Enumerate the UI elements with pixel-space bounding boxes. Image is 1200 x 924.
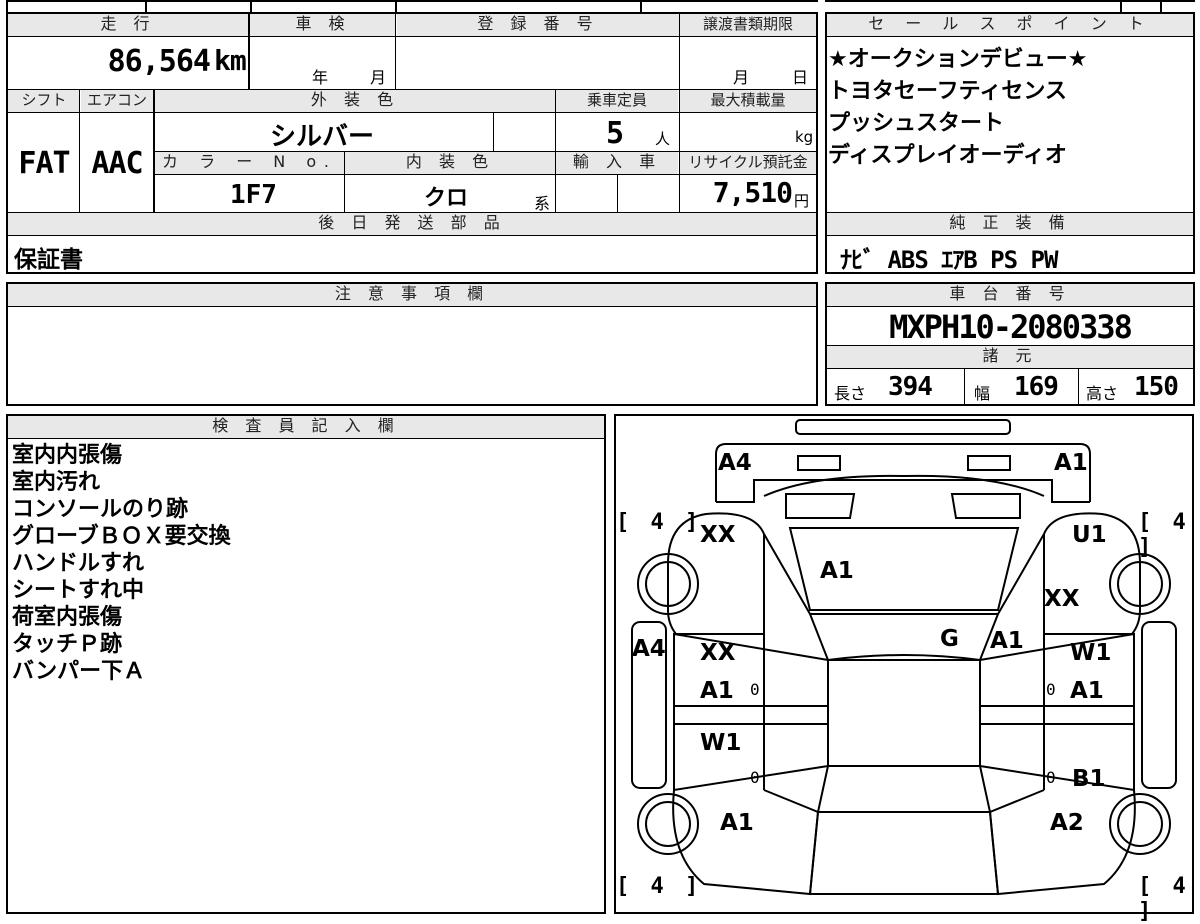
capacity-label: 乗車定員 [556,90,678,112]
tread-depth-rl: [ 4 ] [616,874,703,899]
capacity-value: 5 [606,116,624,151]
transfer-month-unit: 月 [733,68,750,87]
genuine-equipment-value: ﾅﾋﾞ ABS ｴｱB PS PW [840,246,1058,274]
sales-point-item: ディスプレイオーディオ [828,143,1067,168]
damage-fl-fender-upper: XX [700,522,736,548]
damage-windshield-right: A1 [990,628,1024,654]
tread-depth-fr: [ 4 ] [1138,510,1190,560]
chassis-label: 車 台 番 号 [827,284,1193,306]
sales-points-list: ★オークションデビュー★ トヨタセーフティセンス プッシュスタート ディスプレイ… [828,44,1087,172]
width-label: 幅 [974,384,991,403]
inspector-notes: 室内内張傷 室内汚れ コンソールのり跡 グローブＢＯＸ要交換 ハンドルすれ シー… [12,442,231,685]
zero-mark: 0 [1046,680,1056,699]
aircon-label: エアコン [81,90,153,112]
max-load-label: 最大積載量 [680,90,816,112]
capacity-unit: 人 [655,130,671,148]
damage-fr-fender-upper: U1 [1072,522,1107,548]
transfer-day-unit: 日 [792,68,809,87]
tread-depth-fl: [ 4 ] [616,510,703,535]
exterior-color-label: 外 装 色 [155,90,555,112]
divider [6,0,8,12]
interior-color-suffix: 系 [534,194,551,213]
recycle-value: 7,510 [712,176,793,209]
inspection-month-unit: 月 [370,68,387,87]
note-item: タッチＰ跡 [12,632,123,657]
inspection-label: 車 検 [250,14,396,36]
sales-point-item: プッシュスタート [828,111,1005,136]
damage-fr-door-2: A1 [1070,678,1104,704]
mileage-label: 走 行 [8,14,248,36]
divider [250,0,252,12]
recycle-label: リサイクル預託金 [680,152,816,174]
sales-point-item: トヨタセーフティセンス [828,79,1067,104]
divider [145,0,147,12]
mileage-unit: km [214,44,247,77]
aircon-value: AAC [91,146,143,181]
damage-fl-door-2: A1 [700,678,734,704]
top-border [6,0,818,2]
later-parts-label: 後 日 発 送 部 品 [8,213,816,235]
later-parts-value: 保証書 [14,247,83,273]
interior-color-label: 内 装 色 [345,152,555,174]
exterior-color-value: シルバー [270,122,375,152]
mileage-value: 86,564 [107,44,211,79]
note-item: 荷室内張傷 [12,605,123,630]
damage-roof-g: G [940,626,959,652]
damage-left-side-outer: A4 [632,636,666,662]
transfer-deadline-label: 譲渡書類期限 [680,14,816,36]
damage-fl-door-1: XX [700,640,736,666]
note-item: ハンドルすれ [12,551,145,576]
damage-hood: A1 [820,558,854,584]
damage-front-right: A1 [1054,450,1088,476]
damage-fr-fender-lower: XX [1044,586,1080,612]
note-item: グローブＢＯＸ要交換 [12,524,231,549]
zero-mark: 0 [1046,768,1056,787]
specs-label: 諸 元 [827,346,1193,368]
zero-mark: 0 [750,680,760,699]
note-item: シートすれ中 [12,578,145,603]
registration-label: 登 録 番 号 [397,14,679,36]
damage-rr-quarter: A2 [1050,810,1084,836]
import-label: 輸 入 車 [556,152,678,174]
inspector-label: 検 査 員 記 入 欄 [8,416,604,438]
divider [395,0,397,12]
zero-mark: 0 [750,768,760,787]
genuine-equipment-label: 純 正 装 備 [827,213,1193,235]
note-item: バンパー下Ａ [12,659,146,684]
chassis-value: MXPH10-2080338 [889,308,1133,346]
note-item: 室内汚れ [12,470,101,495]
length-value: 394 [888,372,933,402]
damage-rl-door: W1 [700,730,742,756]
inspection-year-unit: 年 [312,68,329,87]
divider [640,0,642,12]
color-no-value: 1F7 [230,180,277,210]
height-label: 高さ [1086,384,1119,403]
sales-points-label: セ ー ル ス ポ イ ン ト [827,14,1193,36]
note-item: 室内内張傷 [12,443,123,468]
damage-rl-quarter: A1 [720,810,754,836]
tread-depth-rr: [ 4 ] [1138,874,1190,924]
color-no-label: カ ラ ー N o. [155,152,344,174]
sales-point-item: ★オークションデビュー★ [828,47,1088,72]
caution-label: 注 意 事 項 欄 [8,284,816,306]
length-label: 長さ [834,384,867,403]
damage-fr-door-1: W1 [1070,640,1112,666]
note-item: コンソールのり跡 [12,497,189,522]
shift-label: シフト [8,90,80,112]
height-value: 150 [1134,372,1179,402]
recycle-unit: 円 [794,192,810,210]
width-value: 169 [1014,372,1059,402]
damage-rr-door: B1 [1072,766,1106,792]
shift-value: FAT [18,146,70,181]
interior-color-value: クロ [424,186,469,211]
damage-front-left: A4 [718,450,752,476]
max-load-unit: kg [795,128,814,146]
